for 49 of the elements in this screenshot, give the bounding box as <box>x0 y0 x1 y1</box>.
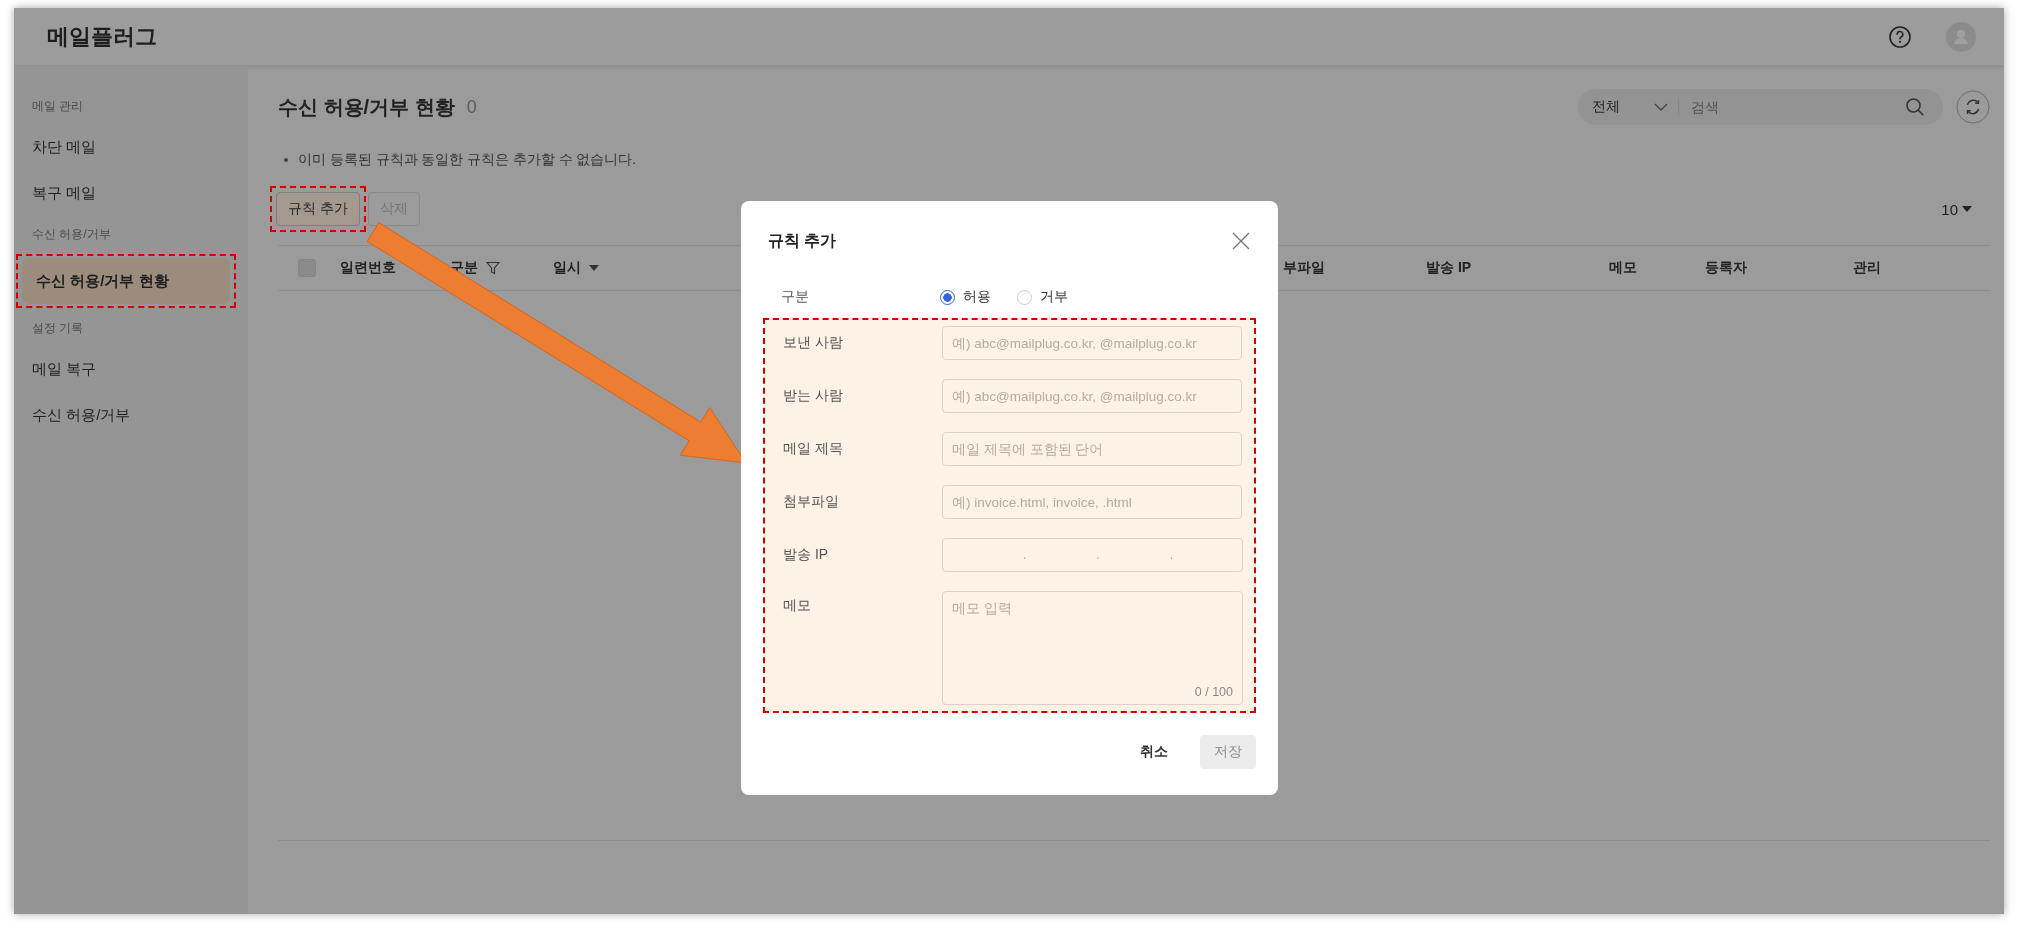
character-counter: 0 / 100 <box>1194 685 1233 699</box>
scope-dropdown[interactable]: 전체 <box>1592 98 1678 116</box>
radio-label: 허용 <box>963 288 991 306</box>
sidebar-item[interactable]: 수신 허용/거부 현황 <box>22 258 230 304</box>
field-label: 첨부파일 <box>783 493 840 511</box>
page-title: 수신 허용/거부 현황 <box>278 94 455 120</box>
column-header: 관리 <box>1853 259 1881 277</box>
column-header: 메모 <box>1609 259 1637 277</box>
sidebar-item[interactable]: 메일 복구 <box>14 346 248 392</box>
notice-text: 이미 등록된 규칙과 동일한 규칙은 추가할 수 없습니다. <box>298 151 636 169</box>
sidebar-heading: 메일 관리 <box>31 98 85 115</box>
field-label: 구분 <box>781 288 810 306</box>
input-field[interactable]: 예) abc@mailplug.co.kr, @mailplug.co.kr <box>942 379 1242 413</box>
column-header: 구분 <box>450 259 478 277</box>
column-header: 발송 IP <box>1426 259 1472 277</box>
filter-icon[interactable] <box>486 261 500 275</box>
search-icon[interactable] <box>1905 97 1925 117</box>
help-icon[interactable] <box>1888 24 1912 49</box>
item-count: 0 <box>466 96 477 118</box>
sidebar-heading: 설정 기록 <box>31 320 85 337</box>
dialog-title: 규칙 추가 <box>768 230 837 251</box>
input-field[interactable]: 메일 제목에 포함된 단어 <box>942 432 1242 466</box>
sidebar-item[interactable]: 수신 허용/거부 <box>14 392 248 438</box>
refresh-icon[interactable] <box>1956 90 1990 124</box>
search-field[interactable]: 전체 검색 <box>1578 89 1943 125</box>
column-header: 부파일 <box>1283 259 1325 277</box>
close-icon[interactable] <box>1232 232 1250 250</box>
sort-caret-icon[interactable] <box>589 265 599 271</box>
field-label: 발송 IP <box>783 546 830 564</box>
column-header: 일시 <box>553 259 581 277</box>
column-header: 일련번호 <box>340 259 396 277</box>
page-size-dropdown[interactable]: 10 <box>1935 199 1978 219</box>
column-header: 등록자 <box>1705 259 1747 277</box>
field-label: 보낸 사람 <box>783 334 844 352</box>
field-label: 받는 사람 <box>783 387 844 405</box>
app-title: 메일플러그 <box>47 22 157 51</box>
input-field[interactable]: 예) invoice.html, invoice, .html <box>942 485 1242 519</box>
input-field[interactable]: 예) abc@mailplug.co.kr, @mailplug.co.kr <box>942 326 1242 360</box>
sidebar-heading: 수신 허용/거부 <box>31 226 112 243</box>
chevron-down-icon <box>1654 103 1668 111</box>
radio-label: 거부 <box>1040 288 1068 306</box>
sidebar-item[interactable]: 복구 메일 <box>14 170 248 216</box>
sidebar-item[interactable]: 차단 메일 <box>14 124 248 170</box>
caret-icon <box>1962 206 1972 212</box>
field-label: 메모 <box>783 597 812 615</box>
dialog-button[interactable]: 취소 <box>1126 735 1182 769</box>
radio-button[interactable] <box>940 289 955 305</box>
field-label: 메일 제목 <box>783 440 844 458</box>
action-button[interactable]: 규칙 추가 <box>276 192 360 226</box>
